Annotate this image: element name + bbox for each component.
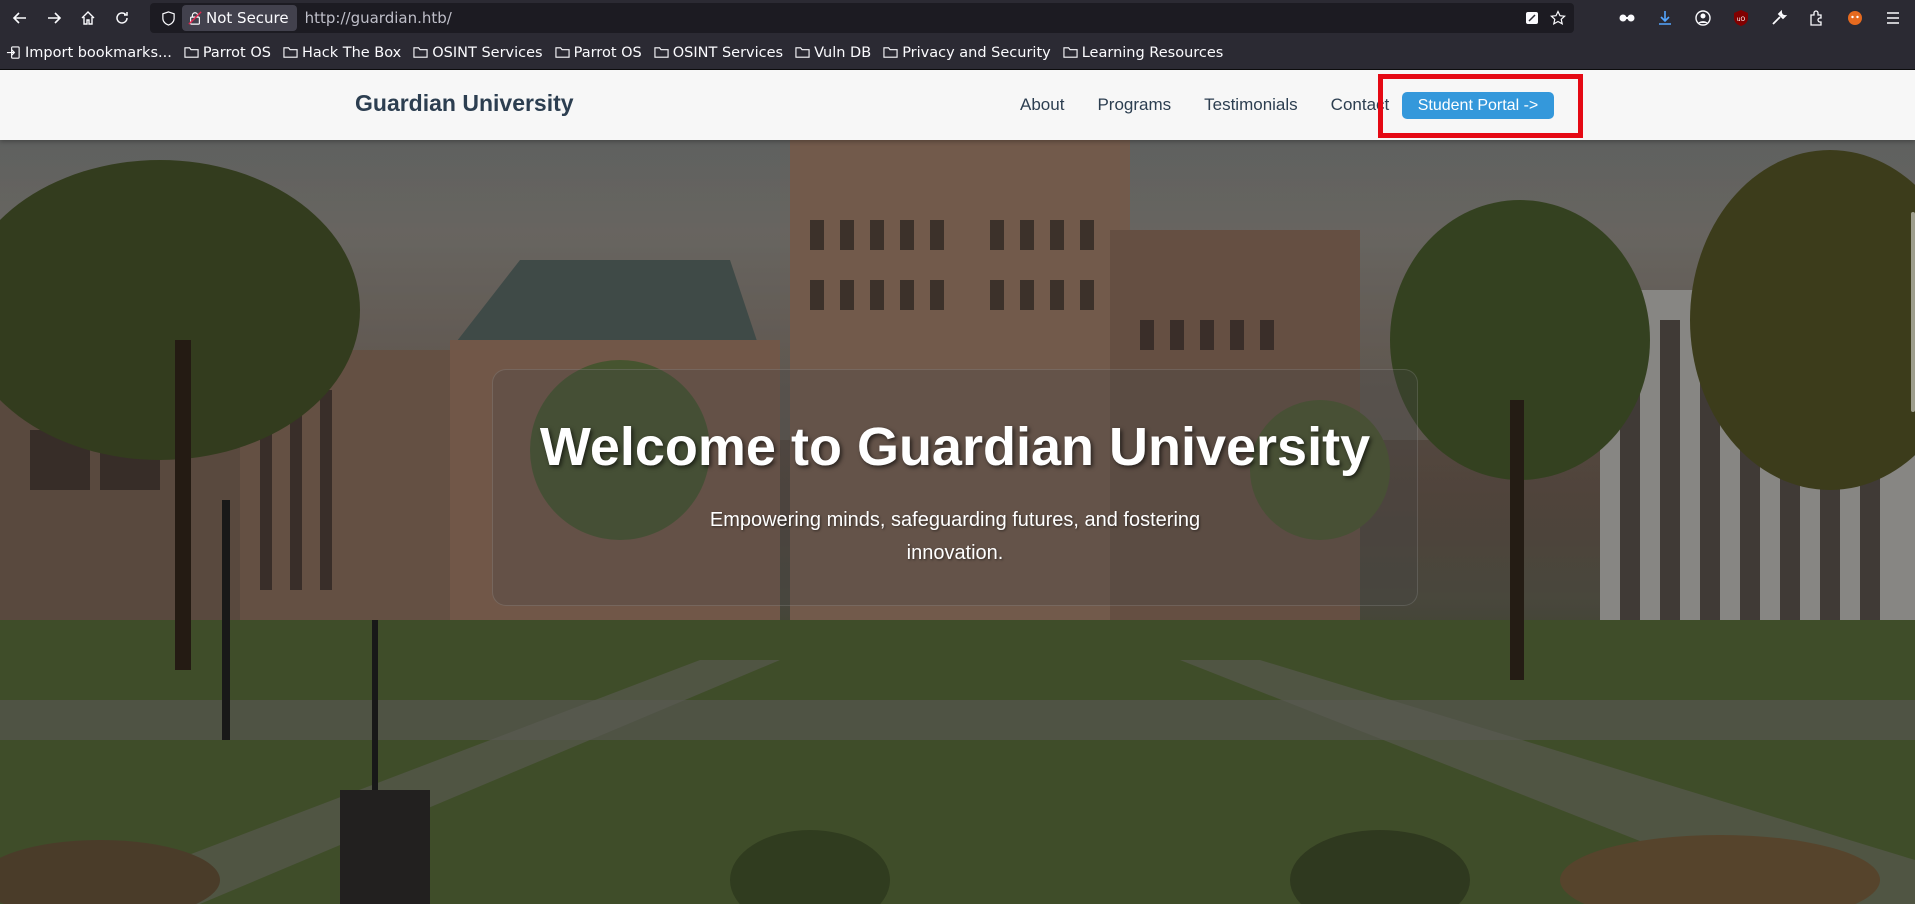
mask-extension-button[interactable] [1614,5,1640,31]
back-arrow-icon [12,12,26,24]
bookmark-label: Hack The Box [301,44,402,61]
folder-icon [883,47,898,58]
home-button[interactable] [74,4,102,32]
account-button[interactable] [1690,5,1716,31]
folder-icon [413,47,428,58]
nav-link-testimonials[interactable]: Testimonials [1204,95,1298,115]
site-brand[interactable]: Guardian University [355,90,574,117]
downloads-button[interactable] [1652,5,1678,31]
wrench-icon [1772,9,1788,25]
site-nav: About Programs Testimonials Contact [1020,70,1389,140]
bookmark-folder[interactable]: Learning Resources [1063,44,1224,61]
forward-button[interactable] [40,4,68,32]
hero-card: Welcome to Guardian University Empowerin… [492,369,1418,606]
insecure-lock-icon [188,11,202,25]
bookmark-label: Vuln DB [814,44,872,61]
bookmark-folder[interactable]: Parrot OS [555,45,642,61]
app-menu-button[interactable] [1880,5,1906,31]
url-actions [1524,3,1566,33]
folder-icon [1063,47,1078,58]
bookmark-folder[interactable]: OSINT Services [654,45,783,61]
import-icon [6,46,20,59]
extensions-button[interactable] [1804,5,1830,31]
download-icon [1659,11,1671,25]
folder-icon [184,47,199,58]
tracking-protection-button[interactable] [154,4,182,32]
folder-icon [555,47,570,58]
svg-text:uO: uO [1737,16,1746,23]
browser-toolbar: Not Secure http://guardian.htb/ uO [0,0,1915,36]
foxyproxy-button[interactable] [1842,5,1868,31]
forward-arrow-icon [48,12,62,24]
url-bar[interactable]: Not Secure http://guardian.htb/ [150,3,1574,33]
bookmark-folder[interactable]: Hack The Box [283,45,401,61]
bookmark-folder[interactable]: Vuln DB [795,45,871,61]
bookmark-folder[interactable]: Parrot OS [184,45,271,61]
student-portal-button[interactable]: Student Portal -> [1402,92,1554,119]
extensions-area: uO [1614,0,1906,36]
bookmark-label: OSINT Services [432,44,543,61]
folder-icon [283,47,298,58]
site-header: Guardian University About Programs Testi… [0,70,1915,140]
reload-button[interactable] [108,4,136,32]
nav-link-about[interactable]: About [1020,95,1064,115]
url-text[interactable]: http://guardian.htb/ [305,9,452,27]
web-page: Guardian University About Programs Testi… [0,70,1915,904]
home-icon [81,11,95,25]
tools-button[interactable] [1766,5,1792,31]
ublock-button[interactable]: uO [1728,5,1754,31]
bookmark-label: Parrot OS [573,44,642,61]
hero-subtitle: Empowering minds, safeguarding futures, … [709,509,1201,564]
nav-link-programs[interactable]: Programs [1097,95,1171,115]
not-secure-badge[interactable]: Not Secure [182,5,297,31]
puzzle-icon [1810,10,1822,26]
nav-link-contact[interactable]: Contact [1331,95,1390,115]
folder-icon [654,47,669,58]
bookmark-label: Privacy and Security [902,44,1051,61]
page-action-icon[interactable] [1524,10,1540,26]
account-icon [1695,10,1711,26]
mask-icon [1619,14,1635,22]
bookmark-label: Learning Resources [1081,44,1224,61]
ublock-origin-icon: uO [1734,10,1748,26]
folder-icon [795,47,810,58]
back-button[interactable] [6,4,34,32]
bookmarks-toolbar: Import bookmarks... Parrot OS Hack The B… [0,36,1915,70]
page-scrollbar[interactable] [1911,212,1915,412]
hamburger-menu-icon [1887,12,1899,24]
reload-icon [116,12,128,24]
hero-section: Welcome to Guardian University Empowerin… [0,140,1915,904]
shield-icon [161,10,175,26]
bookmark-star-icon[interactable] [1550,10,1566,26]
bookmark-import[interactable]: Import bookmarks... [6,45,172,61]
fox-icon [1848,11,1862,25]
hero-title: Welcome to Guardian University [539,417,1371,477]
bookmark-folder[interactable]: Privacy and Security [883,45,1051,61]
bookmark-folder[interactable]: OSINT Services [413,44,543,61]
security-label: Not Secure [206,9,289,27]
bookmark-label: Parrot OS [202,44,271,61]
bookmark-label: Import bookmarks... [25,44,172,61]
bookmark-label: OSINT Services [672,44,784,61]
